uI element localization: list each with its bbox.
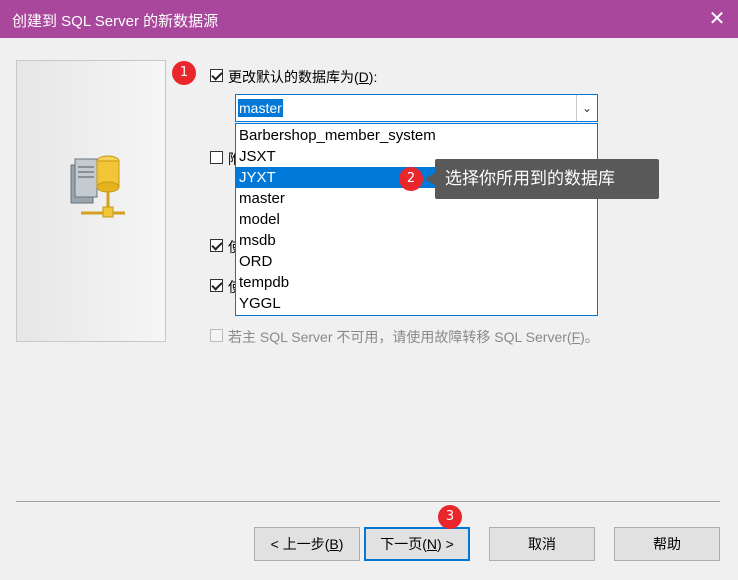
mnemonic-n: N [426,536,438,552]
step-badge-3: 3 [438,505,462,529]
database-combobox[interactable]: master ⌄ [235,94,598,122]
db-option-tempdb[interactable]: tempdb [236,272,597,293]
label-text: 若主 SQL Server 不可用，请使用故障转移 SQL Server( [228,329,572,345]
label-suffix: )。 [580,329,599,345]
side-illustration-panel [16,60,166,342]
change-default-db-checkbox[interactable] [210,69,223,82]
button-text: 下一页( [380,536,427,552]
change-default-db-label: 更改默认的数据库为(D): [228,67,377,87]
database-dropdown-list[interactable]: Barbershop_member_system JSXT JYXT maste… [235,123,598,316]
step-badge-1: 1 [172,61,196,85]
label-suffix: ): [368,69,378,85]
step-badge-2: 2 [399,167,423,191]
failover-checkbox[interactable] [210,329,223,342]
footer-divider [16,501,720,502]
window-title: 创建到 SQL Server 的新数据源 [12,13,219,30]
back-button[interactable]: < 上一步(B) [254,527,360,561]
db-option-yggl[interactable]: YGGL [236,293,597,314]
button-suffix: ) [338,536,344,552]
option-four-checkbox[interactable] [210,279,223,292]
chevron-down-icon[interactable]: ⌄ [576,95,597,121]
button-text: < 上一步( [270,536,330,552]
db-option-ord[interactable]: ORD [236,251,597,272]
help-button[interactable]: 帮助 [614,527,720,561]
mnemonic-d: D [358,69,369,85]
instruction-tooltip: 选择你所用到的数据库 [425,159,659,199]
option-three-checkbox[interactable] [210,239,223,252]
mnemonic-b: B [329,536,339,552]
title-bar: 创建到 SQL Server 的新数据源 ✕ [0,0,738,38]
button-suffix: ) > [437,536,454,552]
attach-db-checkbox[interactable] [210,151,223,164]
failover-label: 若主 SQL Server 不可用，请使用故障转移 SQL Server(F)。 [228,327,599,347]
db-option-msdb[interactable]: msdb [236,230,597,251]
mnemonic-f: F [571,329,581,345]
db-option-model[interactable]: model [236,209,597,230]
db-option-barbershop[interactable]: Barbershop_member_system [236,125,597,146]
label-text: 更改默认的数据库为( [228,69,359,85]
database-server-icon [70,155,125,218]
cancel-button[interactable]: 取消 [489,527,595,561]
close-icon[interactable]: ✕ [704,6,730,32]
next-button[interactable]: 下一页(N) > [364,527,470,561]
combo-selected-value: master [238,99,283,117]
